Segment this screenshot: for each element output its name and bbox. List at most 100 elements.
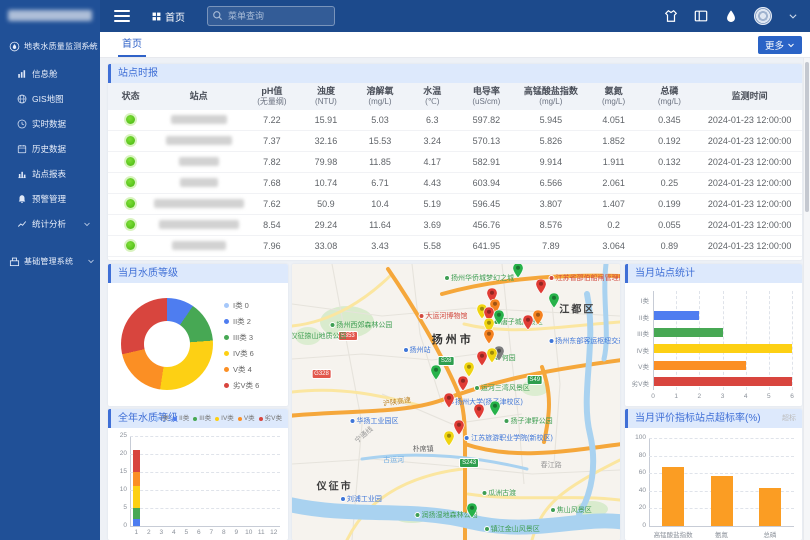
map-station-pin[interactable] xyxy=(533,310,544,325)
sidebar-item-4[interactable]: 站点报表 xyxy=(0,161,100,186)
map-poi-label: 古运河 xyxy=(383,455,404,465)
sidebar-item-3[interactable]: 历史数据 xyxy=(0,136,100,161)
sidebar-item-1[interactable]: GIS地图 xyxy=(0,86,100,111)
user-avatar[interactable] xyxy=(754,7,772,25)
cell-value: 1.852 xyxy=(586,131,642,152)
map-station-pin[interactable] xyxy=(549,293,560,308)
station-report-title: 站点时报 xyxy=(118,68,158,79)
cell-value: 8.576 xyxy=(516,215,586,236)
cell-value: 3.43 xyxy=(352,236,408,257)
legend-item: V类 4 xyxy=(224,361,259,377)
map-station-pin[interactable] xyxy=(454,420,465,435)
map-city-label: 扬州市 xyxy=(432,331,474,347)
station-name-redacted xyxy=(179,157,219,166)
monthly-quality-donut-chart: I类 0II类 2III类 3IV类 6V类 4劣V类 6 xyxy=(108,283,288,406)
cell-value: 50.9 xyxy=(300,194,352,215)
donut-chart xyxy=(121,298,213,390)
sidebar-item-5[interactable]: 预警管理 xyxy=(0,186,100,211)
map-station-pin[interactable] xyxy=(444,393,455,408)
stacked-bar-segment xyxy=(133,472,140,486)
map-station-pin[interactable] xyxy=(467,503,478,518)
breadcrumb-home[interactable]: 首页 xyxy=(152,9,185,24)
cell-value: 7.89 xyxy=(516,236,586,257)
map-poi-label: 扬州华侨城梦幻之城 xyxy=(444,273,514,283)
map-station-pin[interactable] xyxy=(473,404,484,419)
map-poi-label: 华扬工业园区 xyxy=(350,416,399,426)
sidebar-section-0[interactable]: 地表水质量监测系统 xyxy=(0,31,100,61)
map-station-pin[interactable] xyxy=(523,315,534,330)
legend-item: III类 3 xyxy=(224,329,259,345)
cell-value: 570.13 xyxy=(457,131,516,152)
cell-value: 0.25 xyxy=(642,173,698,194)
map-poi-label: 镇江金山风景区 xyxy=(484,524,540,534)
cell-value: 603.94 xyxy=(457,173,516,194)
more-button[interactable]: 更多 xyxy=(758,36,802,54)
sidebar-item-6[interactable]: 统计分析 xyxy=(0,211,100,236)
cell-value: 5.826 xyxy=(516,131,586,152)
map-station-pin[interactable] xyxy=(487,348,498,363)
cell-value: 3.24 xyxy=(408,131,457,152)
map-station-pin[interactable] xyxy=(457,376,468,391)
map-panel[interactable]: 扬州市仪征市江都区扬州西郊森林公园仪征捺山地质公园扬州华侨城梦幻之城唐子城风景区… xyxy=(292,264,620,540)
sidebar-item-2[interactable]: 实时数据 xyxy=(0,111,100,136)
legend-item: I类 xyxy=(155,409,169,428)
legend-item: I类 0 xyxy=(224,297,259,313)
road-badge: S243 xyxy=(459,458,479,468)
cell-value: 7.37 xyxy=(244,131,300,152)
cell-value: 3.064 xyxy=(586,236,642,257)
sidebar-item-0[interactable]: 信息舱 xyxy=(0,61,100,86)
col-header: pH值(无量纲) xyxy=(244,83,300,110)
col-header: 水温(℃) xyxy=(408,83,457,110)
map-city-label: 江都区 xyxy=(559,301,595,316)
cell-time: 2024-01-23 12:00:00 xyxy=(697,173,802,194)
breadcrumb-home-label: 首页 xyxy=(165,9,185,24)
station-name-redacted xyxy=(154,199,244,208)
scrollbar-thumb[interactable] xyxy=(805,62,809,212)
hamburger-menu-icon[interactable] xyxy=(114,10,130,22)
realtime-icon xyxy=(17,119,27,129)
map-station-pin[interactable] xyxy=(536,279,547,294)
map-station-pin[interactable] xyxy=(431,365,442,380)
search-input[interactable] xyxy=(207,6,335,26)
tab-home[interactable]: 首页 xyxy=(116,32,148,57)
status-dot xyxy=(126,178,135,187)
map-station-pin[interactable] xyxy=(490,401,501,416)
cell-value: 2.061 xyxy=(586,173,642,194)
map-station-pin[interactable] xyxy=(464,362,475,377)
map-poi-label: 运河三湾风景区 xyxy=(474,383,530,393)
col-header: 监测时间 xyxy=(697,83,802,110)
alert-icon xyxy=(17,194,27,204)
cell-value: 6.566 xyxy=(516,173,586,194)
cell-value: 7.82 xyxy=(244,152,300,173)
cell-value: 8.54 xyxy=(244,215,300,236)
station-report-panel: 站点时报 状态站点pH值(无量纲)浊度(NTU)溶解氧(mg/L)水温(℃)电导… xyxy=(108,64,802,260)
history-icon xyxy=(17,144,27,154)
cell-value: 5.03 xyxy=(352,110,408,131)
base-system-icon xyxy=(9,256,20,267)
water-drop-icon[interactable] xyxy=(724,9,738,23)
cell-value: 79.98 xyxy=(300,152,352,173)
chevron-down-icon xyxy=(787,41,795,49)
map-poi-label: 江苏省邵伯船闸管理所 xyxy=(549,273,620,283)
chev-down xyxy=(87,257,95,265)
map-station-pin[interactable] xyxy=(444,431,455,446)
map-poi-label: 扬州东部客运枢纽交通中心 xyxy=(548,336,620,346)
sidebar-section-1[interactable]: 基础管理系统 xyxy=(0,246,100,276)
chevron-down-icon[interactable] xyxy=(788,11,798,21)
gis-map-icon xyxy=(17,94,27,104)
grid-icon xyxy=(152,12,161,21)
map-station-pin[interactable] xyxy=(513,264,524,278)
menu-search xyxy=(207,6,335,26)
col-header: 溶解氧(mg/L) xyxy=(352,83,408,110)
cell-value: 4.051 xyxy=(586,110,642,131)
cell-value: 6.71 xyxy=(352,173,408,194)
cell-value: 7.22 xyxy=(244,110,300,131)
cell-value: 596.45 xyxy=(457,194,516,215)
layout-icon[interactable] xyxy=(694,9,708,23)
legend-item: II类 2 xyxy=(224,313,259,329)
theme-skin-icon[interactable] xyxy=(664,9,678,23)
monthly-quality-title: 当月水质等级 xyxy=(118,268,178,279)
map-station-pin[interactable] xyxy=(493,310,504,325)
category-bar xyxy=(654,311,699,320)
map-station-pin[interactable] xyxy=(483,329,494,344)
